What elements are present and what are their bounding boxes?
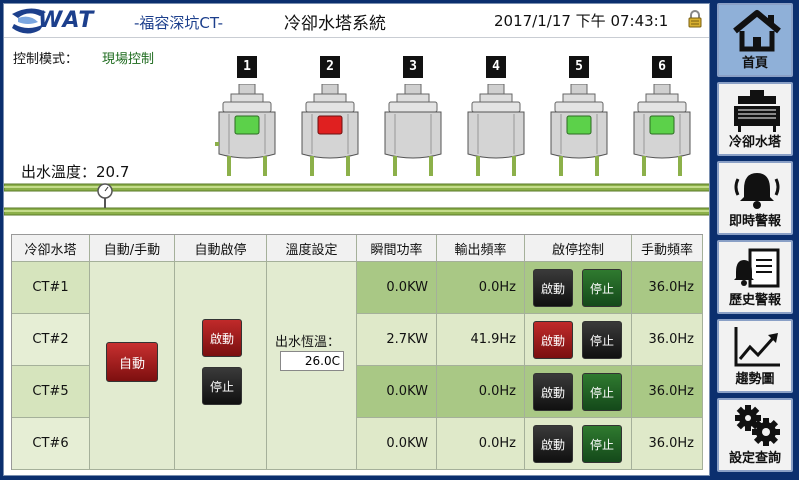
tower-name-cell: CT#1	[12, 262, 90, 314]
col-header-manual-freq: 手動頻率	[632, 235, 703, 262]
ct5-start-button[interactable]: 啟動	[533, 373, 573, 411]
auto-stop-button[interactable]: 停止	[202, 367, 242, 405]
datetime: 2017/1/17 下午 07:43:1	[494, 12, 669, 30]
tower-number: 4	[486, 56, 506, 78]
ct5-stop-button[interactable]: 停止	[582, 373, 622, 411]
col-header-temp-setting: 溫度設定	[267, 235, 357, 262]
outlet-setpoint-label: 出水恆溫：	[275, 335, 341, 350]
cooling-tower-icon	[467, 84, 525, 176]
tower-number: 5	[569, 56, 589, 78]
bell-icon	[734, 173, 780, 209]
cooling-tower-4[interactable]: 4	[464, 56, 528, 176]
nav-cooling-tower-button[interactable]: 冷卻水塔	[717, 82, 793, 156]
nav-realtime-alarm-button[interactable]: 即時警報	[717, 161, 793, 235]
gear-icon	[735, 405, 780, 446]
cooling-tower-icon	[384, 84, 442, 176]
col-header-mode: 自動/手動	[90, 235, 175, 262]
nav-label: 即時警報	[728, 214, 781, 229]
nav-label: 冷卻水塔	[728, 135, 781, 150]
cooling-tower-3[interactable]: 3	[381, 56, 445, 176]
col-header-power: 瞬間功率	[357, 235, 437, 262]
control-mode-value: 現場控制	[102, 52, 155, 67]
swat-logo: WAT -福容深坑CT-	[10, 6, 270, 36]
cooling-tower-icon	[301, 84, 359, 176]
brand-text: WAT	[38, 8, 95, 33]
freq-cell: 41.9Hz	[437, 314, 525, 366]
outlet-temp-readout: 出水溫度：20.7	[21, 161, 129, 182]
nav-home-button[interactable]: 首頁	[717, 3, 793, 77]
ct6-stop-button[interactable]: 停止	[582, 425, 622, 463]
manual-freq-cell: 36.0Hz	[632, 366, 703, 418]
alarm-history-icon	[734, 248, 780, 288]
manual-freq-cell: 36.0Hz	[632, 262, 703, 314]
header-bar: WAT -福容深坑CT- 冷卻水塔系統 2017/1/17 下午 07:43:1	[4, 4, 709, 38]
cooling-tower-1[interactable]: 1	[215, 56, 279, 176]
manual-freq-cell: 36.0Hz	[632, 418, 703, 470]
ct6-start-button[interactable]: 啟動	[533, 425, 573, 463]
nav-label: 歷史警報	[728, 293, 781, 308]
tower-number: 3	[403, 56, 423, 78]
control-mode-label: 控制模式：	[13, 52, 79, 67]
cooling-tower-icon	[633, 84, 691, 176]
power-cell: 0.0KW	[357, 418, 437, 470]
freq-cell: 0.0Hz	[437, 366, 525, 418]
nav-settings-button[interactable]: 設定查詢	[717, 398, 793, 472]
power-cell: 0.0KW	[357, 262, 437, 314]
app-frame: WAT -福容深坑CT- 冷卻水塔系統 2017/1/17 下午 07:43:1…	[0, 0, 799, 480]
tower-number: 1	[237, 56, 257, 78]
power-cell: 0.0KW	[357, 366, 437, 418]
tower-name-cell: CT#2	[12, 314, 90, 366]
tower-number: 2	[320, 56, 340, 78]
tower-name-cell: CT#5	[12, 366, 90, 418]
outlet-temp-value: 20.7	[96, 163, 130, 181]
brand-subtitle: -福容深坑CT-	[134, 14, 224, 32]
cooling-tower-icon	[550, 84, 608, 176]
cooling-tower-6[interactable]: 6	[630, 56, 694, 176]
col-header-tower: 冷卻水塔	[12, 235, 90, 262]
cooling-tower-2[interactable]: 2	[298, 56, 362, 176]
cooling-tower-icon	[734, 90, 780, 132]
tower-number: 6	[652, 56, 672, 78]
nav-label: 設定查詢	[728, 451, 781, 466]
tower-name-cell: CT#6	[12, 418, 90, 470]
power-cell: 2.7KW	[357, 314, 437, 366]
outlet-temp-label: 出水溫度：	[21, 163, 97, 181]
main-panel: WAT -福容深坑CT- 冷卻水塔系統 2017/1/17 下午 07:43:1…	[3, 3, 710, 476]
col-header-freq: 輸出頻率	[437, 235, 525, 262]
auto-start-cell	[175, 262, 267, 470]
cooling-tower-icon	[215, 84, 276, 176]
nav-label: 首頁	[741, 56, 768, 71]
freq-cell: 0.0Hz	[437, 418, 525, 470]
col-header-auto-start: 自動啟停	[175, 235, 267, 262]
col-header-control: 啟停控制	[525, 235, 632, 262]
cooling-tower-5[interactable]: 5	[547, 56, 611, 176]
ct1-stop-button[interactable]: 停止	[582, 269, 622, 307]
home-icon	[733, 10, 781, 52]
auto-manual-button[interactable]: 自動	[106, 342, 158, 382]
auto-start-button[interactable]: 啟動	[202, 319, 242, 357]
nav-label: 趨勢圖	[735, 372, 775, 387]
trend-chart-icon	[734, 327, 780, 367]
ct2-start-button[interactable]: 啟動	[533, 321, 573, 359]
freq-cell: 0.0Hz	[437, 262, 525, 314]
nav-trend-button[interactable]: 趨勢圖	[717, 319, 793, 393]
lock-icon[interactable]	[687, 10, 703, 28]
manual-freq-cell: 36.0Hz	[632, 314, 703, 366]
ct1-start-button[interactable]: 啟動	[533, 269, 573, 307]
pressure-gauge-icon	[97, 183, 113, 208]
ct2-stop-button[interactable]: 停止	[582, 321, 622, 359]
outlet-setpoint-input[interactable]: 26.0C	[280, 351, 344, 371]
side-nav: 首頁 冷卻水塔 即時警報 歷史警報 趨勢圖 設定查詢	[715, 3, 795, 476]
nav-alarm-history-button[interactable]: 歷史警報	[717, 240, 793, 314]
page-title: 冷卻水塔系統	[284, 14, 386, 34]
